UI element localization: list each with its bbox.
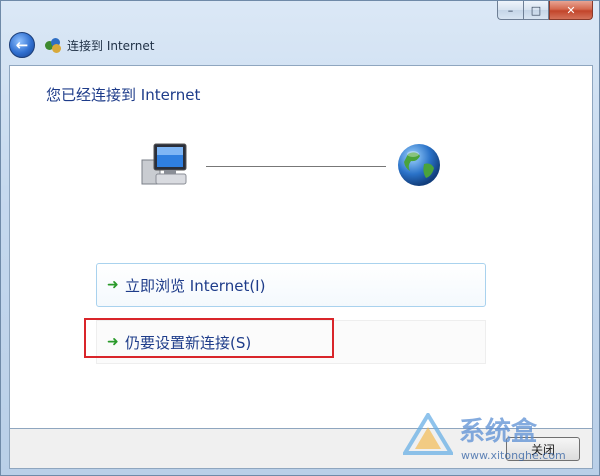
site-logo-icon xyxy=(403,413,453,455)
navigation-bar: ← 连接到 Internet xyxy=(9,31,154,59)
watermark-text: 系统盒 xyxy=(459,417,538,447)
network-connection-icon xyxy=(45,38,61,53)
green-arrow-icon: ➜ xyxy=(107,277,119,293)
watermark-url: www.xitonghe.com xyxy=(461,449,566,462)
connection-diagram xyxy=(140,138,450,194)
maximize-button[interactable]: □ xyxy=(523,1,549,20)
content-panel: 您已经连接到 Internet ➜ 立即浏览 Internet(I) ➜ 仍要设… xyxy=(9,65,593,429)
dialog-window: – □ ✕ ← 连接到 Internet 您已经连接到 Internet ➜ 立… xyxy=(0,0,600,476)
highlight-box xyxy=(84,318,334,358)
connection-line xyxy=(206,166,386,167)
page-heading: 您已经连接到 Internet xyxy=(46,86,201,104)
close-window-button[interactable]: ✕ xyxy=(549,1,593,20)
caption-buttons: – □ ✕ xyxy=(497,1,593,21)
browse-internet-link[interactable]: ➜ 立即浏览 Internet(I) xyxy=(96,263,486,307)
back-arrow-icon: ← xyxy=(15,36,29,54)
globe-icon xyxy=(398,144,440,186)
window-title: 连接到 Internet xyxy=(67,38,155,53)
computer-icon xyxy=(141,143,187,185)
browse-internet-label: 立即浏览 Internet(I) xyxy=(125,276,266,295)
back-button[interactable]: ← xyxy=(9,32,35,58)
watermark: 系统盒 www.xitonghe.com xyxy=(403,409,593,469)
minimize-button[interactable]: – xyxy=(497,1,523,20)
